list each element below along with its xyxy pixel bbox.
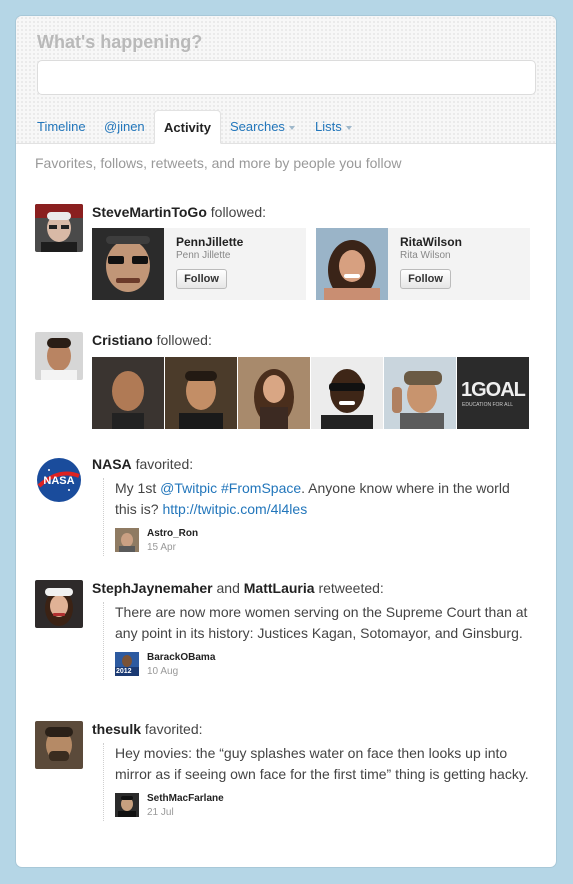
followed-users-thumbnails: 1GOAL EDUCATION FOR ALL: [92, 357, 532, 429]
hashtag-link[interactable]: #FromSpace: [221, 480, 301, 496]
compose-box: What's happening? Timeline @jinen Activi…: [16, 16, 556, 144]
avatar[interactable]: [35, 721, 83, 769]
user-link[interactable]: MattLauria: [244, 580, 315, 596]
user-link[interactable]: NASA: [92, 456, 132, 472]
profile-photo[interactable]: [92, 228, 164, 300]
tweet-quote: There are now more women serving on the …: [103, 602, 535, 680]
action-text: favorited:: [144, 721, 203, 737]
action-text: favorited:: [135, 456, 194, 472]
author-avatar[interactable]: [115, 793, 139, 817]
followed-user-thumb[interactable]: [384, 357, 456, 429]
activity-item: NASA NASA favorited: My 1st @Twitpic #Fr…: [35, 456, 535, 556]
nasa-logo-text: NASA: [43, 475, 74, 487]
thumb-logo-text: 1GOAL: [461, 379, 526, 401]
followed-user-thumb[interactable]: 1GOAL EDUCATION FOR ALL: [457, 357, 529, 429]
avatar[interactable]: [35, 204, 83, 252]
tab-searches[interactable]: Searches: [221, 110, 304, 143]
follow-card: RitaWilson Rita Wilson Follow: [316, 228, 530, 300]
tweet-text: Hey movies: the “guy splashes water on f…: [115, 745, 529, 782]
activity-headline: Cristiano followed:: [92, 332, 212, 348]
followed-user-thumb[interactable]: [165, 357, 237, 429]
tweet-meta: 2012 BarackOBama 10 Aug: [115, 652, 535, 680]
action-text: followed:: [210, 204, 267, 220]
author-avatar-badge: 2012: [116, 668, 132, 675]
follow-button[interactable]: Follow: [176, 269, 227, 289]
tab-mentions[interactable]: @jinen: [95, 110, 154, 143]
activity-item: SteveMartinToGo followed: PennJillette P…: [35, 204, 535, 304]
avatar[interactable]: [35, 332, 83, 380]
tab-timeline[interactable]: Timeline: [28, 110, 95, 143]
author-name[interactable]: SethMacFarlane: [147, 793, 224, 804]
tab-label: @jinen: [104, 119, 145, 134]
tab-activity[interactable]: Activity: [154, 110, 221, 144]
tweet-meta: SethMacFarlane 21 Jul: [115, 793, 535, 821]
follow-full-name: Penn Jillette: [176, 250, 231, 261]
tweet-text: There are now more women serving on the …: [115, 604, 528, 641]
mention-link[interactable]: @Twitpic: [160, 480, 217, 496]
author-avatar[interactable]: 2012: [115, 652, 139, 676]
activity-item: StephJaynemaher and MattLauria retweeted…: [35, 580, 535, 700]
url-link[interactable]: http://twitpic.com/4l4les: [162, 501, 307, 517]
tweet-date[interactable]: 21 Jul: [147, 807, 174, 818]
tweet-text-part: My 1st: [115, 480, 161, 496]
tab-label: Searches: [230, 119, 285, 134]
chevron-down-icon: [345, 125, 352, 130]
activity-headline: NASA favorited:: [92, 456, 193, 472]
compose-input[interactable]: [37, 60, 536, 95]
follow-full-name: Rita Wilson: [400, 250, 451, 261]
follow-button[interactable]: Follow: [400, 269, 451, 289]
author-name[interactable]: Astro_Ron: [147, 528, 198, 539]
activity-headline: thesulk favorited:: [92, 721, 203, 737]
action-text: retweeted:: [318, 580, 384, 596]
conjunction-text: and: [216, 580, 240, 596]
followed-user-thumb[interactable]: [238, 357, 310, 429]
author-name[interactable]: BarackOBama: [147, 652, 215, 663]
followed-user-thumb[interactable]: [92, 357, 164, 429]
user-link[interactable]: SteveMartinToGo: [92, 204, 207, 220]
compose-heading: What's happening?: [37, 32, 203, 52]
tweet-meta: Astro_Ron 15 Apr: [115, 528, 535, 556]
tab-lists[interactable]: Lists: [306, 110, 361, 143]
user-link[interactable]: thesulk: [92, 721, 141, 737]
avatar[interactable]: [35, 580, 83, 628]
activity-item: Cristiano followed: 1GOAL EDUCATION FOR …: [35, 332, 535, 432]
tweet-date[interactable]: 15 Apr: [147, 542, 176, 553]
follow-screen-name[interactable]: PennJillette: [176, 235, 243, 249]
avatar[interactable]: NASA: [35, 456, 83, 504]
profile-photo[interactable]: [316, 228, 388, 300]
follow-card: PennJillette Penn Jillette Follow: [92, 228, 306, 300]
tab-label: Timeline: [37, 119, 86, 134]
activity-headline: StephJaynemaher and MattLauria retweeted…: [92, 580, 384, 596]
tweet-quote: Hey movies: the “guy splashes water on f…: [103, 743, 535, 821]
follow-screen-name[interactable]: RitaWilson: [400, 235, 462, 249]
tweet-text: My 1st @Twitpic #FromSpace. Anyone know …: [115, 478, 535, 520]
user-link[interactable]: Cristiano: [92, 332, 153, 348]
thumb-logo-subtext: EDUCATION FOR ALL: [462, 402, 514, 408]
activity-headline: SteveMartinToGo followed:: [92, 204, 266, 220]
followed-user-thumb[interactable]: [311, 357, 383, 429]
tweet-date[interactable]: 10 Aug: [147, 666, 178, 677]
action-text: followed:: [156, 332, 212, 348]
activity-panel: What's happening? Timeline @jinen Activi…: [16, 16, 556, 867]
user-link[interactable]: StephJaynemaher: [92, 580, 213, 596]
activity-description: Favorites, follows, retweets, and more b…: [35, 155, 402, 171]
tab-label: Activity: [164, 120, 211, 135]
tweet-quote: My 1st @Twitpic #FromSpace. Anyone know …: [103, 478, 535, 556]
author-avatar[interactable]: [115, 528, 139, 552]
tab-label: Lists: [315, 119, 342, 134]
chevron-down-icon: [288, 125, 295, 130]
activity-item: thesulk favorited: Hey movies: the “guy …: [35, 721, 535, 851]
